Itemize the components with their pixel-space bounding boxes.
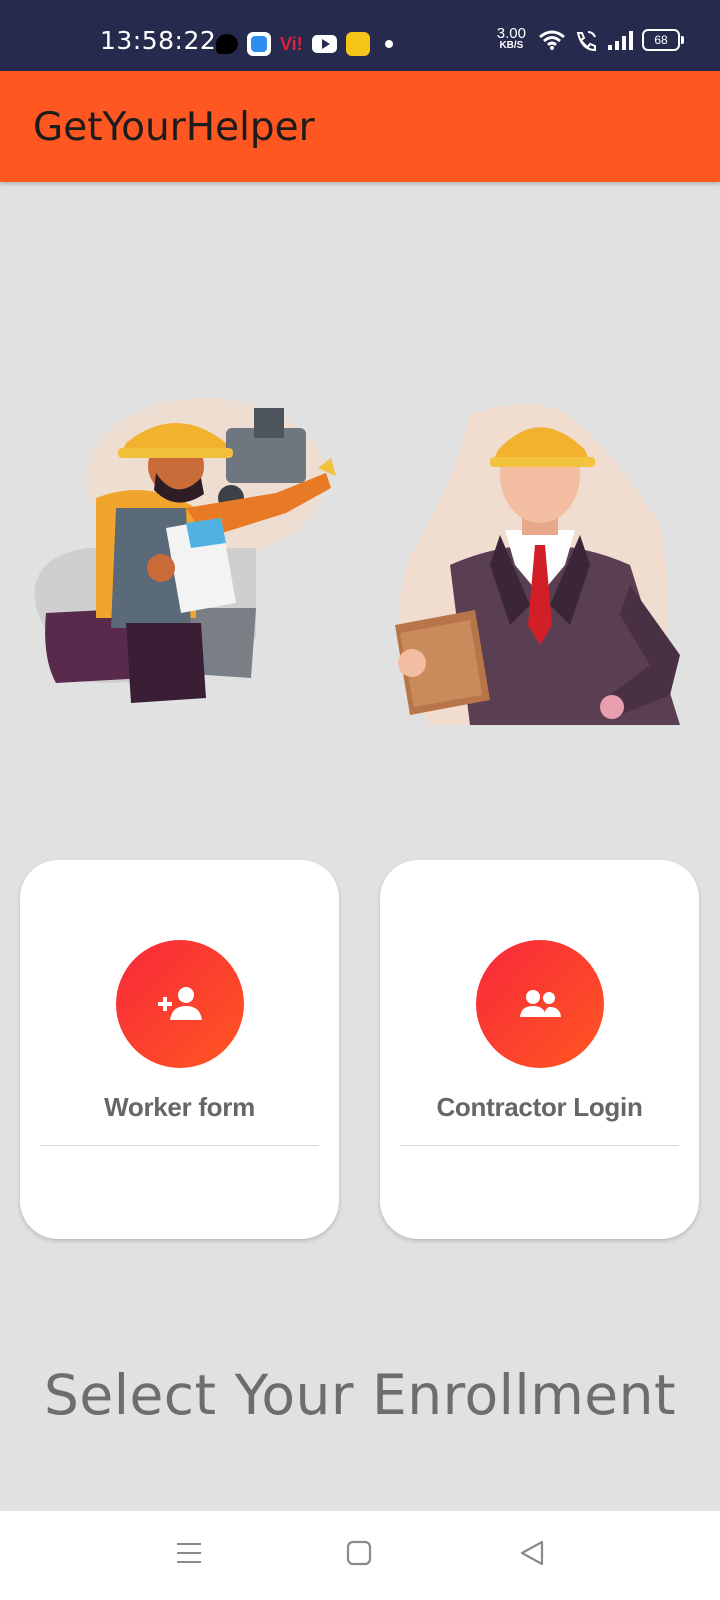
- navigation-bar: [0, 1511, 720, 1600]
- net-speed-unit: KB/S: [499, 40, 524, 51]
- worker-form-label: Worker form: [104, 1092, 255, 1122]
- dot-icon: [384, 40, 393, 48]
- notification-icons: Vi!: [216, 32, 402, 56]
- blue-app-icon: [247, 32, 271, 56]
- yellow-app-icon: [345, 32, 370, 56]
- signal-icon: [608, 31, 633, 50]
- worker-form-card[interactable]: Worker form: [20, 860, 339, 1239]
- battery-icon: 68: [642, 29, 684, 51]
- contractor-login-icon-circle[interactable]: [476, 940, 604, 1068]
- contractor-login-label: Contractor Login: [436, 1092, 643, 1122]
- card-divider: [400, 1145, 679, 1146]
- group-icon: [520, 990, 561, 1017]
- app-title: GetYourHelper: [33, 105, 315, 150]
- youtube-icon: [311, 35, 337, 53]
- net-speed: 3.00 KB/S: [497, 26, 526, 52]
- back-icon[interactable]: [518, 1539, 546, 1567]
- app-bar: GetYourHelper: [0, 71, 720, 182]
- wifi-calling-icon: [576, 31, 596, 51]
- chat-icon: [216, 34, 238, 54]
- worker-form-icon-circle[interactable]: [116, 940, 244, 1068]
- vi-icon: Vi!: [280, 33, 303, 54]
- status-bar: 13:58:22 Vi! 3.00 KB/S 68: [0, 0, 720, 71]
- home-icon[interactable]: [345, 1539, 373, 1567]
- wifi-icon: [539, 30, 565, 50]
- worker-illustration: [34, 398, 336, 703]
- contractor-login-card[interactable]: Contractor Login: [380, 860, 699, 1239]
- enroll-title: Select Your Enrollment: [43, 1363, 677, 1427]
- menu-icon[interactable]: [175, 1539, 203, 1567]
- add-person-icon: [158, 987, 202, 1020]
- card-divider: [40, 1145, 319, 1146]
- status-time: 13:58:22: [100, 26, 217, 55]
- contractor-illustration: [395, 403, 680, 725]
- status-indicators: 3.00 KB/S 68: [497, 26, 684, 52]
